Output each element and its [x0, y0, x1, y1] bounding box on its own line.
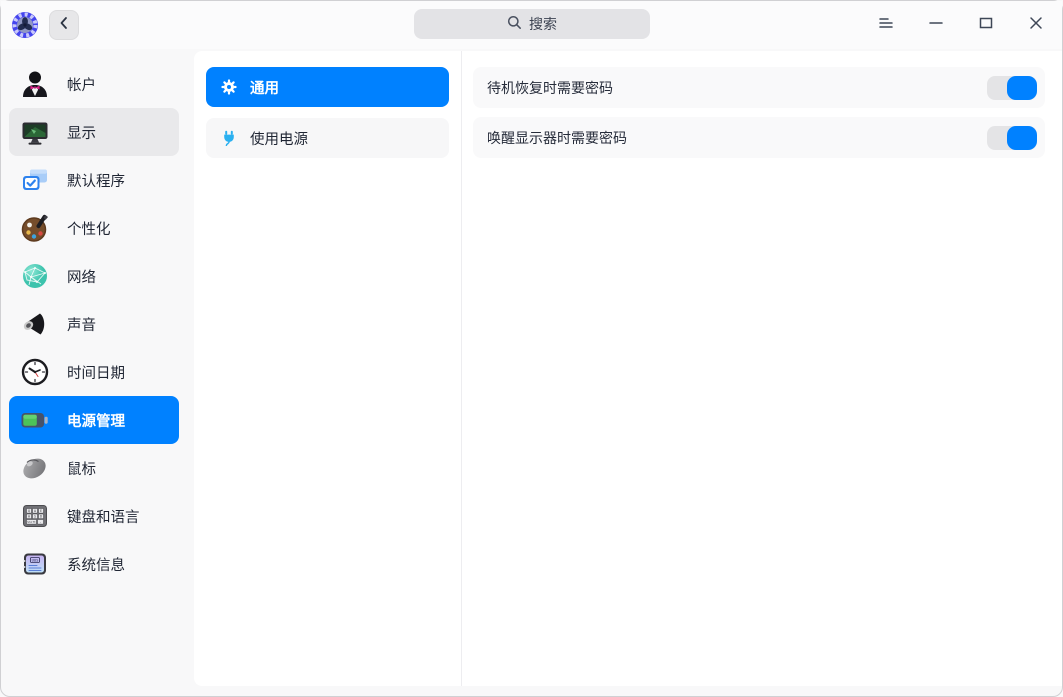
- toggle-knob: [1007, 126, 1037, 150]
- minimize-icon: [927, 14, 945, 37]
- setting-label: 唤醒显示器时需要密码: [487, 128, 627, 148]
- sidebar-item-label: 系统信息: [67, 554, 125, 575]
- search-input[interactable]: 搜索: [414, 9, 650, 39]
- maximize-icon: [977, 14, 995, 37]
- sidebar-item-power[interactable]: 电源管理: [9, 396, 179, 444]
- personalization-icon: [18, 211, 52, 245]
- tab-general[interactable]: 通用: [206, 67, 449, 107]
- default-apps-icon: [18, 163, 52, 197]
- sidebar-item-label: 网络: [67, 266, 96, 287]
- gear-icon: [221, 79, 237, 95]
- sidebar-item-label: 个性化: [67, 218, 111, 239]
- sidebar-item-label: 帐户: [67, 74, 96, 95]
- sidebar-item-label: 时间日期: [67, 362, 125, 383]
- tab-label: 通用: [250, 77, 279, 98]
- sidebar-item-datetime[interactable]: 时间日期: [9, 348, 179, 396]
- sidebar: 帐户 显示 默认程序: [1, 49, 187, 696]
- sidebar-item-label: 键盘和语言: [67, 506, 140, 527]
- keyboard-icon: QAE ASD Shift-: [18, 499, 52, 533]
- network-icon: [18, 259, 52, 293]
- svg-text:Q: Q: [28, 509, 30, 513]
- sidebar-item-sound[interactable]: 声音: [9, 300, 179, 348]
- sound-icon: [18, 307, 52, 341]
- toggle-password-on-wake-display[interactable]: [987, 126, 1037, 150]
- toggle-password-on-resume[interactable]: [987, 76, 1037, 100]
- content-area: 通用 使用电源 待机恢复时需要密码: [194, 51, 1062, 686]
- menu-icon: [877, 14, 895, 37]
- svg-text:UOS: UOS: [32, 558, 40, 563]
- back-button[interactable]: [49, 10, 79, 40]
- account-icon: [18, 67, 52, 101]
- minimize-button[interactable]: [924, 13, 948, 37]
- tab-label: 使用电源: [250, 128, 308, 149]
- sidebar-item-personalization[interactable]: 个性化: [9, 204, 179, 252]
- power-general-settings: 待机恢复时需要密码 唤醒显示器时需要密码: [462, 51, 1062, 686]
- sidebar-item-label: 电源管理: [67, 410, 125, 431]
- sidebar-item-mouse[interactable]: 鼠标: [9, 444, 179, 492]
- search-icon: [507, 15, 522, 33]
- close-icon: [1027, 14, 1045, 37]
- sidebar-item-network[interactable]: 网络: [9, 252, 179, 300]
- setting-row-password-on-resume: 待机恢复时需要密码: [473, 67, 1045, 108]
- close-button[interactable]: [1024, 13, 1048, 37]
- display-icon: [18, 115, 52, 149]
- titlebar: 搜索: [1, 1, 1062, 49]
- svg-text:A: A: [28, 515, 30, 519]
- app-logo-icon: [11, 11, 39, 39]
- power-section-nav: 通用 使用电源: [194, 51, 462, 686]
- sidebar-item-label: 默认程序: [67, 170, 125, 191]
- mouse-icon: [18, 451, 52, 485]
- maximize-button[interactable]: [974, 13, 998, 37]
- plug-icon: [221, 130, 237, 146]
- svg-text:S: S: [34, 515, 36, 519]
- svg-text:-: -: [39, 520, 41, 524]
- svg-text:D: D: [40, 515, 42, 519]
- sidebar-item-default-apps[interactable]: 默认程序: [9, 156, 179, 204]
- svg-text:E: E: [40, 509, 42, 513]
- search-placeholder: 搜索: [529, 14, 557, 34]
- toggle-knob: [1007, 76, 1037, 100]
- window-controls: [874, 13, 1048, 37]
- control-center-window: { "app": { "accent": "#0081ff" }, "title…: [0, 0, 1063, 697]
- datetime-icon: [18, 355, 52, 389]
- tab-on-power[interactable]: 使用电源: [206, 118, 449, 158]
- sidebar-item-label: 显示: [67, 122, 96, 143]
- setting-row-password-on-wake-display: 唤醒显示器时需要密码: [473, 117, 1045, 158]
- system-info-icon: UOS: [18, 547, 52, 581]
- sidebar-item-display[interactable]: 显示: [9, 108, 179, 156]
- back-icon: [57, 16, 71, 35]
- menu-button[interactable]: [874, 13, 898, 37]
- setting-label: 待机恢复时需要密码: [487, 78, 613, 98]
- power-icon: [18, 403, 52, 437]
- sidebar-item-system-info[interactable]: UOS 系统信息: [9, 540, 179, 588]
- svg-text:A: A: [34, 509, 36, 513]
- sidebar-item-keyboard[interactable]: QAE ASD Shift- 键盘和语言: [9, 492, 179, 540]
- svg-text:Shift: Shift: [27, 520, 36, 524]
- sidebar-item-label: 声音: [67, 314, 96, 335]
- sidebar-item-accounts[interactable]: 帐户: [9, 60, 179, 108]
- sidebar-item-label: 鼠标: [67, 458, 96, 479]
